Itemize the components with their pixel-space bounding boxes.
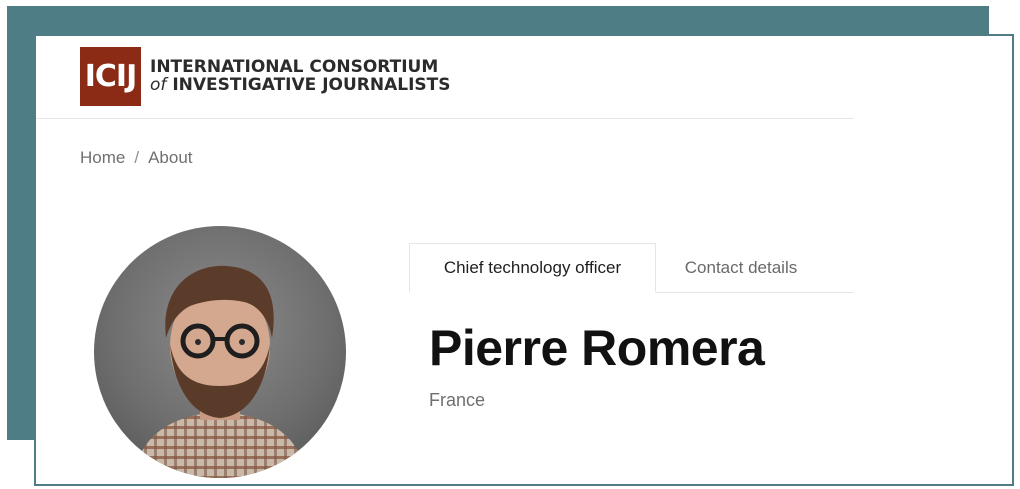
profile-name: Pierre Romera <box>429 320 765 376</box>
site-header: ICIJ INTERNATIONAL CONSORTIUM of INVESTI… <box>36 36 854 119</box>
breadcrumb-separator: / <box>134 148 140 167</box>
breadcrumb-home-link[interactable]: Home <box>80 148 125 167</box>
profile-card: ICIJ INTERNATIONAL CONSORTIUM of INVESTI… <box>34 34 1014 486</box>
tab-role[interactable]: Chief technology officer <box>409 243 656 293</box>
breadcrumb-about-link[interactable]: About <box>148 148 192 167</box>
profile-tabs: Chief technology officer Contact details <box>409 243 854 293</box>
person-portrait-icon <box>134 265 306 478</box>
profile-country: France <box>429 390 486 410</box>
profile-photo <box>94 226 346 478</box>
tab-contact-details[interactable]: Contact details <box>656 243 826 293</box>
breadcrumb: Home / About <box>80 148 193 168</box>
icij-logo-text[interactable]: INTERNATIONAL CONSORTIUM of INVESTIGATIV… <box>150 58 451 94</box>
logo-line-1: INTERNATIONAL CONSORTIUM <box>150 57 439 77</box>
icij-logo-mark[interactable]: ICIJ <box>80 47 141 106</box>
logo-of: of <box>150 75 167 95</box>
logo-line-2-rest: INVESTIGATIVE JOURNALISTS <box>172 75 451 95</box>
logo-line-2: of INVESTIGATIVE JOURNALISTS <box>150 76 451 94</box>
